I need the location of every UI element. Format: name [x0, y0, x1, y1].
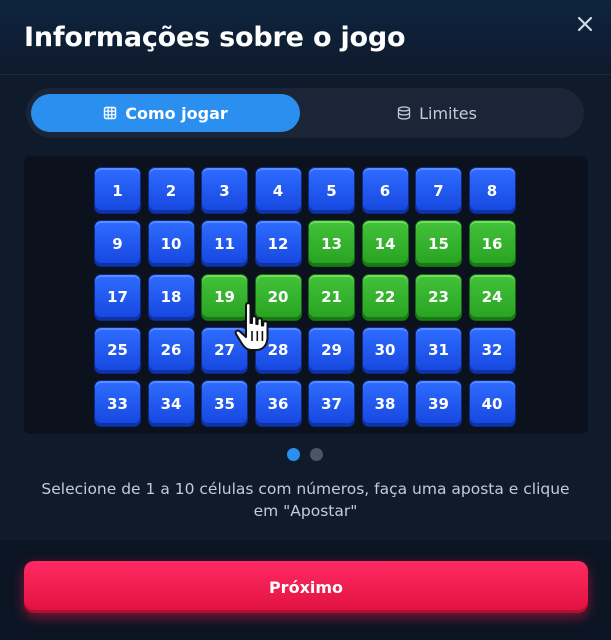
number-cell-40[interactable]: 40: [468, 380, 516, 428]
page-dot-2[interactable]: [310, 448, 323, 461]
number-cell-36[interactable]: 36: [254, 380, 302, 428]
game-info-modal: Informações sobre o jogo Como jogar Limi…: [0, 0, 611, 640]
tab-how-to-play[interactable]: Como jogar: [31, 94, 300, 132]
number-cell-9[interactable]: 9: [94, 220, 141, 268]
next-button[interactable]: Próximo: [24, 561, 588, 613]
number-cell-5[interactable]: 5: [308, 167, 355, 214]
tab-limits[interactable]: Limites: [300, 94, 574, 132]
tab-how-to-play-label: Como jogar: [125, 103, 228, 123]
number-cell-16[interactable]: 16: [468, 220, 516, 268]
number-cell-13[interactable]: 13: [308, 220, 355, 268]
number-cell-4[interactable]: 4: [254, 167, 302, 214]
tab-limits-label: Limites: [419, 103, 477, 123]
number-cell-33[interactable]: 33: [94, 380, 141, 428]
number-cell-12[interactable]: 12: [254, 220, 302, 268]
number-cell-17[interactable]: 17: [94, 273, 141, 321]
modal-title: Informações sobre o jogo: [24, 22, 406, 53]
number-cell-19[interactable]: 19: [201, 273, 248, 321]
number-cell-26[interactable]: 26: [147, 326, 195, 374]
number-cell-35[interactable]: 35: [201, 380, 248, 428]
number-cell-2[interactable]: 2: [147, 167, 195, 214]
page-dot-1[interactable]: [287, 448, 300, 461]
number-cell-27[interactable]: 27: [201, 326, 248, 374]
number-cell-14[interactable]: 14: [361, 220, 409, 268]
number-cell-10[interactable]: 10: [147, 220, 195, 268]
number-grid: 1 2 3 4 5 6 7 8 9 10 11 12 13 14 15 16 17 18 19 20 21 22 23 24 2…: [94, 167, 516, 428]
number-cell-22[interactable]: 22: [361, 273, 409, 321]
header-divider: [0, 74, 611, 75]
number-cell-7[interactable]: 7: [415, 167, 462, 214]
number-cell-6[interactable]: 6: [361, 167, 409, 214]
number-cell-25[interactable]: 25: [94, 326, 141, 374]
number-cell-3[interactable]: 3: [201, 167, 248, 214]
pagination-dots: [287, 448, 323, 461]
number-cell-31[interactable]: 31: [415, 326, 462, 374]
number-cell-8[interactable]: 8: [468, 167, 516, 214]
number-cell-1[interactable]: 1: [94, 167, 141, 214]
number-cell-24[interactable]: 24: [468, 273, 516, 321]
database-icon: [397, 106, 411, 120]
number-cell-20[interactable]: 20: [254, 273, 302, 321]
number-cell-21[interactable]: 21: [308, 273, 355, 321]
number-cell-28[interactable]: 28: [254, 326, 302, 374]
number-cell-34[interactable]: 34: [147, 380, 195, 428]
close-icon-glyph: [577, 16, 593, 32]
number-cell-37[interactable]: 37: [308, 380, 355, 428]
number-cell-32[interactable]: 32: [468, 326, 516, 374]
number-cell-38[interactable]: 38: [361, 380, 409, 428]
number-cell-30[interactable]: 30: [361, 326, 409, 374]
number-cell-15[interactable]: 15: [415, 220, 462, 268]
tab-bar: Como jogar Limites: [26, 88, 584, 138]
number-cell-29[interactable]: 29: [308, 326, 355, 374]
number-cell-18[interactable]: 18: [147, 273, 195, 321]
grid-icon: [104, 106, 117, 120]
instructions-text: Selecione de 1 a 10 células com números,…: [41, 480, 570, 520]
number-cell-23[interactable]: 23: [415, 273, 462, 321]
number-cell-39[interactable]: 39: [415, 380, 462, 428]
number-board: 1 2 3 4 5 6 7 8 9 10 11 12 13 14 15 16 17 18 19 20 21 22 23 24 2…: [24, 156, 588, 434]
number-cell-11[interactable]: 11: [201, 220, 248, 268]
close-icon[interactable]: [573, 12, 597, 36]
